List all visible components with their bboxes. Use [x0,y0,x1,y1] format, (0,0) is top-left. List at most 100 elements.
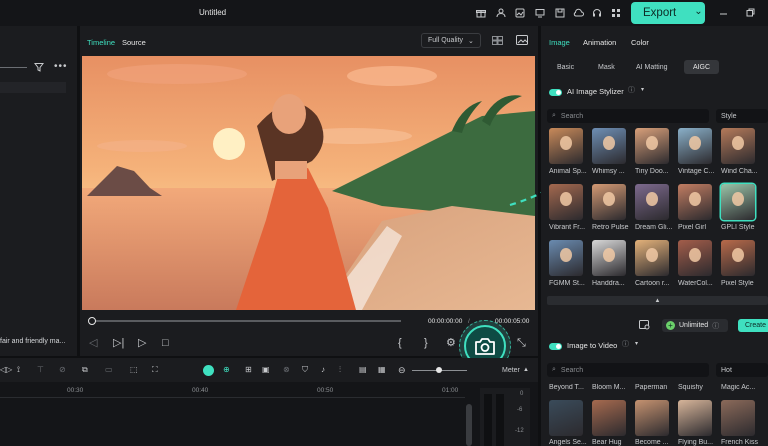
style-thumbnail[interactable] [549,240,583,276]
stop-icon[interactable]: □ [162,338,169,349]
portrait-icon [646,248,658,262]
subtab-aigc[interactable]: AIGC [684,60,719,74]
style-thumbnail[interactable] [635,240,669,276]
style-thumbnail[interactable] [592,240,626,276]
more-options-icon[interactable]: ••• [54,62,68,72]
help-icon[interactable]: ⓘ [628,87,635,94]
subtab-basic[interactable]: Basic [557,64,574,71]
i2v-thumbnail[interactable] [549,400,583,436]
headset-icon[interactable] [592,8,602,18]
play-frame-icon[interactable]: ▷| [113,338,124,349]
zoom-out-icon[interactable]: ⊖ [398,366,406,375]
style-thumbnail[interactable] [592,184,626,220]
gift-icon[interactable] [476,8,486,18]
transform-icon[interactable]: ⬚ [130,366,138,374]
mark-in-icon[interactable]: { [398,338,402,349]
audio-mixer-icon[interactable]: ⫶ [339,366,341,374]
style-thumbnail[interactable] [721,240,755,276]
hot-dropdown[interactable]: Hot [716,363,768,377]
tab-animation[interactable]: Animation [583,38,616,47]
fullscreen-icon[interactable]: ⤡ [517,338,526,349]
settings-gear-icon[interactable]: ⚙ [446,338,456,349]
i2v-label: Flying Bu... [678,439,714,446]
subtab-mask[interactable]: Mask [598,64,615,71]
playback-progress-track[interactable] [91,320,401,322]
save-icon[interactable] [555,8,565,18]
layout-grid-icon[interactable] [492,36,503,45]
meter-label[interactable]: Meter [502,367,520,374]
collapse-bar[interactable]: ▲ [547,296,768,305]
i2v-thumbnail[interactable] [678,400,712,436]
style-thumbnail[interactable] [678,128,712,164]
i2v-label: Beyond T... [549,384,584,391]
i2v-toggle[interactable] [549,343,562,350]
layers-icon[interactable]: ▣ [262,366,270,374]
slider-track[interactable] [0,67,27,68]
create-button[interactable]: Create [738,319,768,332]
monitor-icon[interactable] [535,8,545,18]
caret-down-icon[interactable]: ▾ [635,341,638,347]
keyframe-icon[interactable]: ⛶ [152,366,158,374]
i2v-thumbnail[interactable] [592,400,626,436]
zoom-slider-handle[interactable] [436,367,442,373]
crop-icon[interactable]: ▭ [105,366,113,374]
play-icon[interactable]: ▷ [138,338,146,349]
portrait-icon [560,248,572,262]
style-thumbnail[interactable] [549,128,583,164]
style-thumbnail[interactable] [721,128,755,164]
video-preview[interactable] [82,56,535,310]
tab-color[interactable]: Color [631,38,649,47]
style-thumbnail[interactable] [678,240,712,276]
magnet-icon[interactable] [203,365,214,376]
shield-icon[interactable]: ⛉ [302,366,308,374]
vertical-scrollbar[interactable] [466,404,472,446]
playhead-handle[interactable] [88,317,96,325]
microphone-icon[interactable]: ♪ [321,366,325,374]
caret-up-icon[interactable]: ▲ [523,367,529,373]
style-thumbnail[interactable] [635,128,669,164]
user-icon[interactable] [496,8,506,18]
unlimited-badge[interactable]: + Unlimited ⓘ [662,319,728,332]
portrait-icon [603,136,615,150]
export-button[interactable]: Export ⌄ [631,2,705,24]
list-item[interactable] [0,82,66,93]
subtab-ai-matting[interactable]: AI Matting [636,64,668,71]
style-dropdown[interactable]: Style [716,109,768,123]
style-thumbnail[interactable] [635,184,669,220]
undo-icon[interactable]: ◁▷ [0,366,12,374]
cloud-upload-icon[interactable] [573,8,584,18]
image-add-icon[interactable] [639,320,650,330]
style-thumbnail[interactable] [549,184,583,220]
image-edit-icon[interactable] [515,8,525,18]
stylizer-toggle[interactable] [549,89,562,96]
help-icon[interactable]: ⓘ [622,341,629,348]
style-thumbnail[interactable] [592,128,626,164]
delete-icon[interactable]: ⊘ [59,366,66,374]
step-back-icon[interactable]: ◁ [89,338,97,349]
mark-out-icon[interactable]: } [424,338,428,349]
filter-icon[interactable] [34,62,44,72]
apps-grid-icon[interactable] [611,8,621,18]
subtitle-icon[interactable]: ▤ [359,366,367,374]
style-search-input[interactable]: ⌕ Search [547,109,709,123]
i2v-search-input[interactable]: ⌕ Search [547,363,709,377]
portrait-icon [689,192,701,206]
tab-timeline[interactable]: Timeline [87,38,115,47]
style-thumbnail[interactable] [721,184,755,220]
tab-source[interactable]: Source [122,38,146,47]
tab-image[interactable]: Image [549,38,570,47]
restore-icon[interactable] [746,8,755,17]
quality-dropdown[interactable]: Full Quality ⌄ [421,33,481,48]
trim-icon[interactable]: ⊤ [37,366,44,374]
link-icon[interactable]: ⊕ [223,366,230,374]
style-thumbnail[interactable] [678,184,712,220]
caret-down-icon[interactable]: ▾ [641,87,644,93]
i2v-thumbnail[interactable] [721,400,755,436]
marker-icon[interactable]: ⊞ [245,366,252,374]
i2v-thumbnail[interactable] [635,400,669,436]
minimize-icon[interactable] [719,9,728,18]
copy-icon[interactable]: ⧉ [82,366,88,374]
ai-icon[interactable]: ⊗ [283,366,290,374]
caption-icon[interactable]: ▦ [378,366,386,374]
split-icon[interactable]: ⟟ [17,366,20,374]
